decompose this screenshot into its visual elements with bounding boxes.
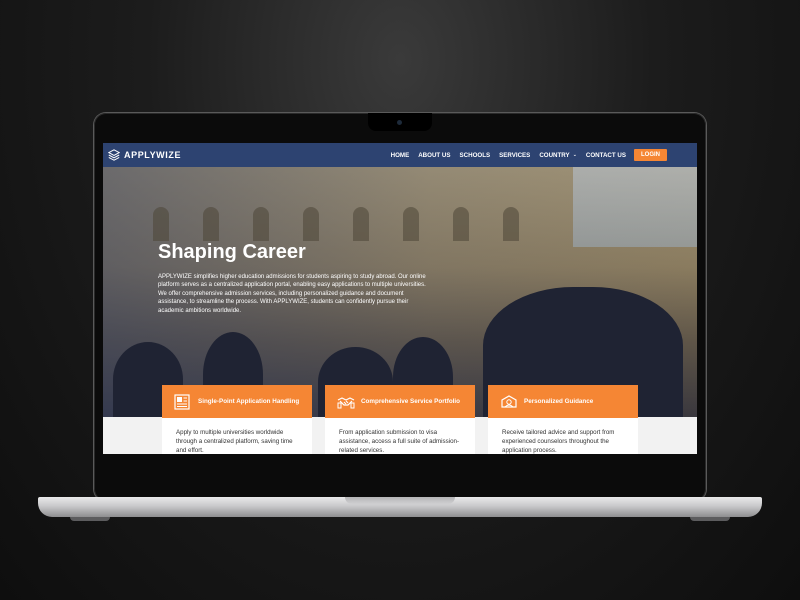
building-window (503, 207, 519, 241)
login-button[interactable]: LOGIN (634, 149, 667, 161)
hero-description: APPLYWIZE simplifies higher education ad… (158, 274, 426, 314)
laptop-screen: Shaping Career APPLYWIZE simplifies high… (103, 143, 697, 454)
feature-card-title: Comprehensive Service Portfolio (361, 398, 461, 405)
nav-item-country-label: COUNTRY (539, 151, 570, 159)
building-window (153, 207, 169, 241)
feature-card-title: Personalized Guidance (524, 398, 594, 405)
laptop-opening-notch (345, 497, 455, 504)
document-icon (174, 393, 190, 410)
feature-card-text: From application submission to visa assi… (339, 429, 460, 454)
feature-card-header: Single-Point Application Handling (162, 385, 312, 418)
feature-card: Comprehensive Service Portfolio From app… (325, 385, 475, 454)
feature-card-text: Apply to multiple universities worldwide… (176, 429, 293, 454)
nav-item-contact-us[interactable]: CONTACT US (586, 152, 626, 159)
logo[interactable]: APPLYWIZE (108, 149, 181, 161)
logo-text: APPLYWIZE (124, 150, 182, 160)
building-window (403, 207, 419, 241)
nav-menu: HOME ABOUT US SCHOOLS SERVICES COUNTRY ⌄… (382, 143, 667, 167)
laptop-foot (690, 517, 730, 521)
feature-card-header: Comprehensive Service Portfolio (325, 385, 475, 418)
nav-item-about-us[interactable]: ABOUT US (418, 152, 450, 159)
building-window (453, 207, 469, 241)
nav-item-services[interactable]: SERVICES (499, 152, 530, 159)
top-navbar: APPLYWIZE HOME ABOUT US SCHOOLS SERVICES… (103, 143, 697, 167)
feature-card-text: Receive tailored advice and support from… (502, 429, 615, 454)
building-window (253, 207, 269, 241)
nav-item-home[interactable]: HOME (391, 152, 410, 159)
camera-icon (397, 120, 402, 125)
sky (573, 167, 697, 247)
feature-card: Single-Point Application Handling Apply … (162, 385, 312, 454)
building-window (203, 207, 219, 241)
hero-title: Shaping Career (158, 241, 306, 263)
hero-section: Shaping Career APPLYWIZE simplifies high… (103, 167, 697, 417)
feature-card-title: Single-Point Application Handling (198, 398, 300, 405)
handshake-icon (337, 396, 355, 408)
feature-card-header: Personalized Guidance (488, 385, 638, 418)
building-window (303, 207, 319, 241)
nav-item-schools[interactable]: SCHOOLS (460, 152, 491, 159)
feature-card: Personalized Guidance Receive tailored a… (488, 385, 638, 454)
laptop-foot (70, 517, 110, 521)
building-window (353, 207, 369, 241)
chevron-down-icon: ⌄ (572, 152, 577, 158)
nav-item-country[interactable]: COUNTRY ⌄ (539, 152, 577, 159)
guidance-icon (501, 394, 517, 408)
logo-icon (108, 149, 120, 161)
